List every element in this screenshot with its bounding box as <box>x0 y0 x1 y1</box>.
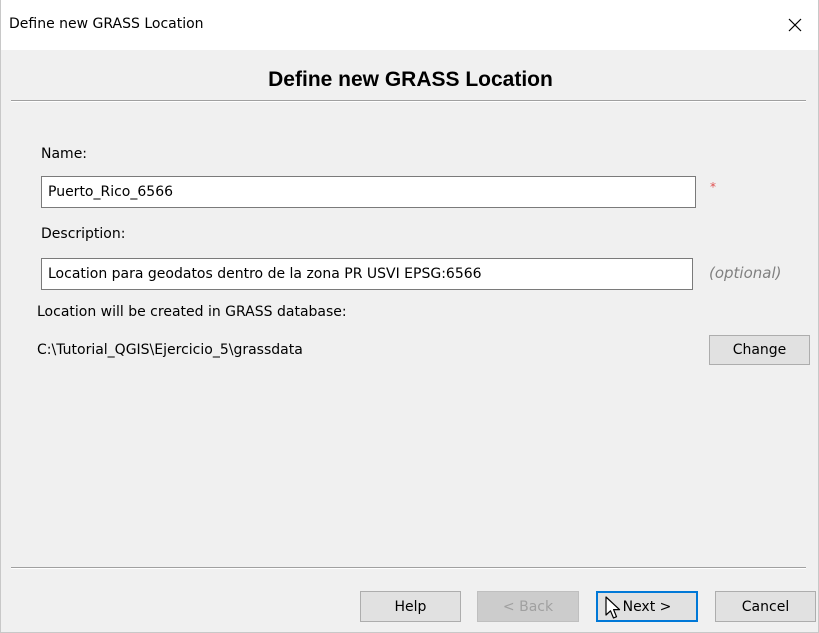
heading-divider <box>11 100 806 102</box>
description-label: Description: <box>41 226 126 242</box>
description-input[interactable] <box>41 258 693 290</box>
back-button[interactable]: < Back <box>477 591 579 622</box>
optional-hint: (optional) <box>709 264 782 282</box>
title-bar: Define new GRASS Location <box>1 0 818 50</box>
next-button[interactable]: Next > <box>596 591 698 622</box>
close-button[interactable] <box>772 0 818 50</box>
name-input[interactable] <box>41 176 696 208</box>
database-label: Location will be created in GRASS databa… <box>37 304 347 320</box>
database-path: C:\Tutorial_QGIS\Ejercicio_5\grassdata <box>37 342 303 358</box>
page-heading: Define new GRASS Location <box>268 68 553 91</box>
change-button[interactable]: Change <box>709 335 810 365</box>
cancel-button[interactable]: Cancel <box>715 591 816 622</box>
required-indicator: * <box>710 180 716 194</box>
window-title: Define new GRASS Location <box>9 16 204 32</box>
footer-divider <box>11 567 806 569</box>
dialog-window: Define new GRASS Location Define new GRA… <box>0 0 819 633</box>
name-label: Name: <box>41 146 88 162</box>
close-icon <box>788 18 802 32</box>
help-button[interactable]: Help <box>360 591 461 622</box>
